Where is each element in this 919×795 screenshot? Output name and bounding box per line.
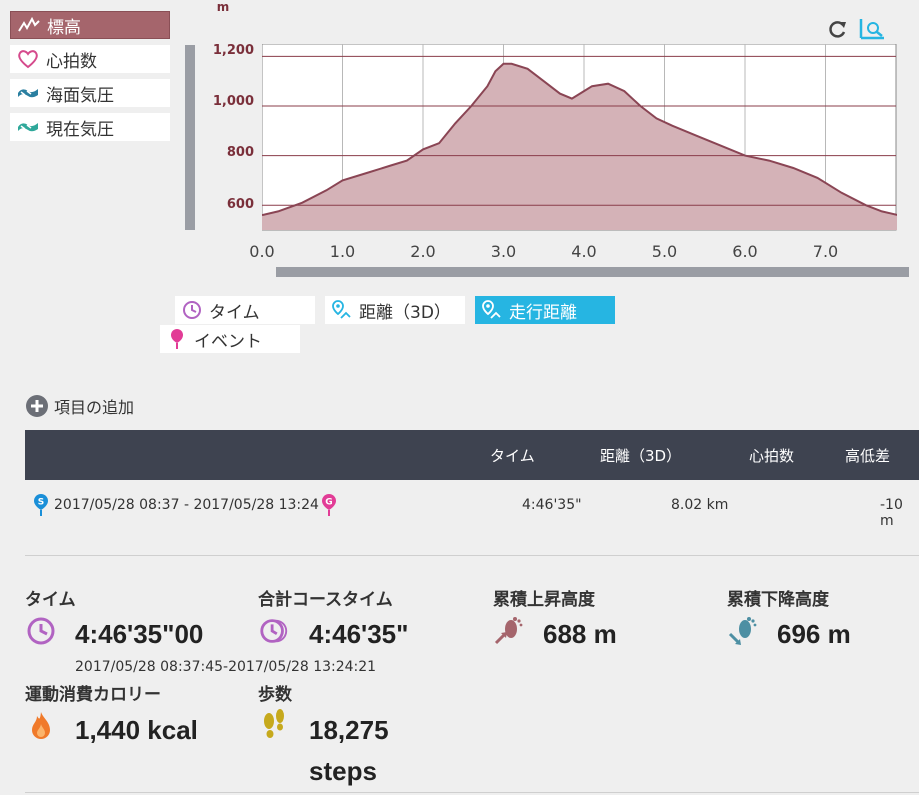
stat-steps-label: 歩数 — [258, 685, 292, 705]
y-axis: 1,200 1,000 800 600 — [200, 40, 254, 230]
stat-steps-value: 18,275 — [309, 715, 389, 745]
stat-steps-unit: steps — [309, 756, 377, 786]
x-tick-label: 1.0 — [329, 242, 356, 261]
axis-time-label: タイム — [209, 302, 260, 323]
heart-icon — [16, 49, 40, 69]
y-tick-label: 600 — [226, 197, 254, 212]
distance-icon — [481, 299, 503, 321]
add-item-button[interactable]: 項目の追加 — [25, 394, 134, 418]
axis-distance-button[interactable]: 走行距離 — [475, 296, 615, 324]
x-tick-label: 5.0 — [651, 242, 678, 261]
axis-distance3d-button[interactable]: 距離（3D） — [325, 296, 465, 324]
ascent-footprint-icon — [493, 615, 525, 647]
svg-text:G: G — [325, 498, 332, 508]
axis-distance3d-label: 距離（3D） — [359, 302, 451, 323]
x-tick-label: 0.0 — [249, 242, 275, 261]
flame-icon — [25, 710, 57, 742]
event-label: イベント — [194, 331, 262, 352]
x-tick-label: 6.0 — [732, 242, 758, 261]
row-elevation-diff: -10 m — [880, 497, 903, 529]
stat-course-time-label: 合計コースタイム — [258, 590, 393, 610]
stat-descent-value: 696 m — [777, 619, 851, 649]
distance-3d-icon — [331, 299, 353, 321]
event-pin-icon — [166, 328, 188, 350]
metric-sea-pressure[interactable]: 海面気圧 — [10, 79, 170, 107]
elevation-icon — [17, 15, 41, 35]
x-tick-label: 7.0 — [812, 242, 839, 261]
stat-ascent-label: 累積上昇高度 — [493, 590, 595, 610]
stat-time-value: 4:46'35"00 — [75, 619, 204, 649]
x-axis: 0.0 1.0 2.0 3.0 4.0 5.0 6.0 7.0 — [249, 242, 902, 266]
row-distance: 8.02 km — [671, 497, 729, 513]
metric-elevation[interactable]: 標高 — [10, 11, 170, 39]
metric-label: 現在気圧 — [46, 119, 114, 140]
x-tick-label: 4.0 — [571, 242, 597, 261]
y-tick-label: 1,200 — [212, 43, 254, 58]
divider — [25, 555, 919, 556]
row-period: 2017/05/28 08:37 - 2017/05/28 13:24 — [54, 497, 319, 513]
stat-calories-label: 運動消費カロリー — [25, 685, 161, 705]
stat-calories-value: 1,440 kcal — [75, 715, 198, 745]
metric-label: 心拍数 — [46, 51, 97, 72]
svg-text:S: S — [38, 498, 44, 508]
clock-icon — [181, 299, 203, 321]
header-heart-rate: 心拍数 — [749, 447, 795, 465]
axis-distance-label: 走行距離 — [509, 302, 577, 323]
row-time: 4:46'35" — [522, 497, 582, 513]
y-tick-label: 1,000 — [212, 94, 254, 109]
reset-zoom-icon[interactable] — [826, 18, 848, 40]
header-elevation-diff: 高低差 — [845, 447, 891, 465]
add-item-label: 項目の追加 — [54, 398, 135, 417]
y-tick-label: 800 — [226, 145, 254, 160]
axis-time-button[interactable]: タイム — [175, 296, 315, 324]
x-tick-label: 3.0 — [490, 242, 517, 261]
metric-heart-rate[interactable]: 心拍数 — [10, 45, 170, 73]
horizontal-scrollbar[interactable] — [276, 267, 909, 277]
table-row[interactable]: S 2017/05/28 08:37 - 2017/05/28 13:24 G … — [25, 481, 919, 531]
divider — [25, 792, 919, 793]
table-header: タイム 距離（3D） 心拍数 高低差 — [25, 430, 919, 480]
metric-current-pressure[interactable]: 現在気圧 — [10, 113, 170, 141]
metric-label: 標高 — [47, 17, 81, 38]
stat-descent-label: 累積下降高度 — [727, 590, 829, 610]
steps-icon — [258, 708, 290, 740]
y-axis-unit: m — [216, 0, 230, 14]
stat-course-time-value: 4:46'35" — [309, 619, 409, 649]
metric-label: 海面気圧 — [46, 85, 114, 106]
header-time: タイム — [490, 447, 535, 465]
course-clock-icon — [258, 615, 290, 647]
vertical-scrollbar[interactable] — [185, 45, 195, 230]
current-pressure-icon — [16, 117, 40, 137]
header-distance3d: 距離（3D） — [600, 447, 682, 465]
goal-marker-icon: G — [322, 494, 336, 516]
plus-circle-icon — [26, 395, 48, 417]
start-marker-icon: S — [34, 494, 48, 516]
stat-time-label: タイム — [25, 590, 76, 610]
stat-ascent-value: 688 m — [543, 619, 617, 649]
elevation-chart[interactable] — [262, 44, 897, 231]
zoom-icon[interactable] — [858, 17, 886, 41]
sea-pressure-icon — [16, 83, 40, 103]
event-button[interactable]: イベント — [160, 325, 300, 353]
stat-time-period: 2017/05/28 08:37:45-2017/05/28 13:24:21 — [75, 659, 377, 675]
descent-footprint-icon — [727, 615, 759, 647]
x-tick-label: 2.0 — [410, 242, 436, 261]
clock-icon — [25, 615, 57, 647]
